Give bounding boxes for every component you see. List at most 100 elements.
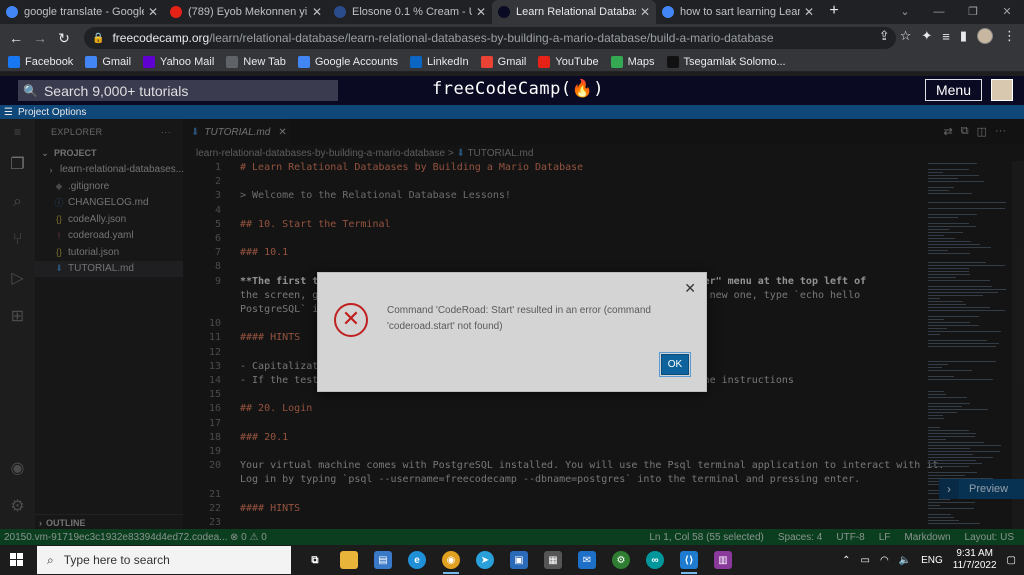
profile-avatar[interactable] [977,28,993,44]
arduino-icon[interactable]: ∞ [638,545,672,575]
close-tab-icon[interactable]: ✕ [476,5,486,19]
chevron-up-icon[interactable]: ⌃ [842,555,850,566]
status-item[interactable]: Spaces: 4 [778,532,822,543]
share-icon[interactable]: ⇪ [879,28,890,44]
bookmark-item[interactable]: Tsegamlak Solomo... [666,55,786,68]
run-debug-icon[interactable]: ▷ [0,259,35,297]
bookmark-item[interactable]: YouTube [538,55,599,68]
menu-icon[interactable]: ≡ [0,119,35,145]
open-preview-icon[interactable]: ⧉ [961,125,969,138]
minimize-button[interactable]: — [922,0,956,24]
battery-icon[interactable]: ▭ [860,555,869,566]
file-item[interactable]: ⬇ TUTORIAL.md [35,260,183,277]
file-item[interactable]: ◆ .gitignore [35,178,183,195]
problems-status[interactable]: ⊗ 0 ⚠ 0 [230,532,267,543]
status-item[interactable]: Ln 1, Col 58 (55 selected) [649,532,764,543]
calculator-icon[interactable]: ▦ [536,545,570,575]
status-item[interactable]: Layout: US [965,532,1014,543]
status-item[interactable]: Markdown [904,532,950,543]
task-view-icon[interactable]: ⧉ [298,545,332,575]
bookmark-item[interactable]: Maps [610,55,655,68]
fcc-user-avatar[interactable] [991,79,1013,101]
extensions-icon[interactable]: ⊞ [0,297,35,335]
forward-button[interactable]: → [28,30,52,46]
vscode-icon[interactable]: ⟨⟩ [672,545,706,575]
url-input[interactable]: 🔒 freecodecamp.org/learn/relational-data… [84,27,896,49]
close-tab-icon[interactable]: ✕ [278,127,286,138]
compare-icon[interactable]: ⇄ [944,125,953,138]
bookmark-item[interactable]: LinkedIn [410,55,469,68]
store-icon[interactable]: ▤ [366,545,400,575]
restore-button[interactable]: ❐ [956,0,990,24]
bookmark-item[interactable]: New Tab [226,55,286,68]
back-button[interactable]: ← [4,30,28,46]
edge-icon[interactable]: e [400,545,434,575]
chrome-icon[interactable]: ◉ [434,545,468,575]
telegram-icon[interactable]: ➤ [468,545,502,575]
browser-tab[interactable]: (789) Eyob Mekonnen yi ✕ [164,0,328,24]
clock[interactable]: 9:31 AM 11/7/2022 [953,548,997,572]
browser-tab[interactable]: google translate - Google Se ✕ [0,0,164,24]
editor-tab-tutorial[interactable]: ⬇ TUTORIAL.md ✕ [183,119,289,145]
more-actions-icon[interactable]: ··· [995,125,1006,138]
tab-search-icon[interactable]: ⌄ [888,0,922,24]
new-tab-button[interactable]: + [820,0,848,24]
media-icon[interactable]: ≡ [942,29,950,44]
breadcrumb-file[interactable]: TUTORIAL.md [467,148,533,159]
bookmark-item[interactable]: Gmail [480,55,526,68]
outline-section[interactable]: › OUTLINE [35,514,183,530]
status-item[interactable]: LF [879,532,891,543]
wifi-icon[interactable]: ◠ [880,555,889,566]
breadcrumb-folder[interactable]: learn-relational-databases-by-building-a… [196,148,445,159]
file-item[interactable]: › learn-relational-databases... [35,162,184,179]
extensions-icon[interactable]: ✦ [921,28,932,44]
close-icon[interactable]: ✕ [684,280,696,297]
close-tab-icon[interactable]: ✕ [148,5,158,19]
file-explorer-icon[interactable] [332,545,366,575]
file-item[interactable]: {} codeAlly.json [35,211,183,228]
bookmark-item[interactable]: Facebook [8,55,73,68]
reload-button[interactable]: ↻ [52,30,76,47]
file-item[interactable]: ! coderoad.yaml [35,228,183,245]
bookmark-star-icon[interactable]: ☆ [900,28,912,44]
close-tab-icon[interactable]: ✕ [312,5,322,19]
search-icon[interactable]: ⌕ [0,183,35,221]
remote-status[interactable]: 20150.vm-91719ec3c1932e83394d4ed72.codea… [4,532,228,543]
source-control-icon[interactable]: ⑂ [0,221,35,259]
winrar-icon[interactable]: ▥ [706,545,740,575]
photos-icon[interactable]: ▣ [502,545,536,575]
files-icon[interactable]: ❐ [0,145,35,183]
more-actions-icon[interactable]: ··· [161,127,171,137]
browser-tab[interactable]: Learn Relational Databases B ✕ [492,0,656,24]
taskbar-search-input[interactable]: ⌕ Type here to search [37,546,291,574]
project-section[interactable]: ⌄ PROJECT [35,145,183,162]
bookmark-item[interactable]: Gmail [85,55,131,68]
side-panel-icon[interactable]: ▮ [960,28,967,44]
fcc-search-input[interactable]: 🔍 Search 9,000+ tutorials [18,80,338,101]
fcc-logo[interactable]: freeCodeCamp(🔥) [432,79,604,99]
preview-button[interactable]: › Preview [939,479,1024,499]
browser-tab[interactable]: how to sart learning Learn ✕ [656,0,820,24]
volume-icon[interactable]: 🔈 [899,555,911,566]
settings-gear-icon[interactable]: ⚙ [0,487,35,525]
hamburger-icon[interactable]: ☰ [4,107,13,118]
project-options-bar[interactable]: ☰ Project Options [0,105,1024,119]
minimap[interactable] [926,161,1012,529]
ok-button[interactable]: OK [659,352,691,377]
fcc-menu-button[interactable]: Menu [925,79,982,101]
file-item[interactable]: ⓘ CHANGELOG.md [35,195,183,212]
notifications-icon[interactable]: ▢ [1007,555,1016,566]
editor-scrollbar[interactable] [1012,161,1024,529]
close-window-button[interactable]: ✕ [990,0,1024,24]
file-item[interactable]: {} tutorial.json [35,244,183,261]
mail-icon[interactable]: ✉ [570,545,604,575]
language-indicator[interactable]: ENG [921,555,943,566]
bookmark-item[interactable]: Google Accounts [297,55,398,68]
close-tab-icon[interactable]: ✕ [640,5,650,19]
close-tab-icon[interactable]: ✕ [804,5,814,19]
split-editor-icon[interactable]: ◫ [977,125,987,138]
windows-start-icon[interactable] [10,553,24,567]
status-item[interactable]: UTF-8 [836,532,864,543]
bookmark-item[interactable]: Yahoo Mail [143,55,214,68]
network-app-icon[interactable]: ⚙ [604,545,638,575]
